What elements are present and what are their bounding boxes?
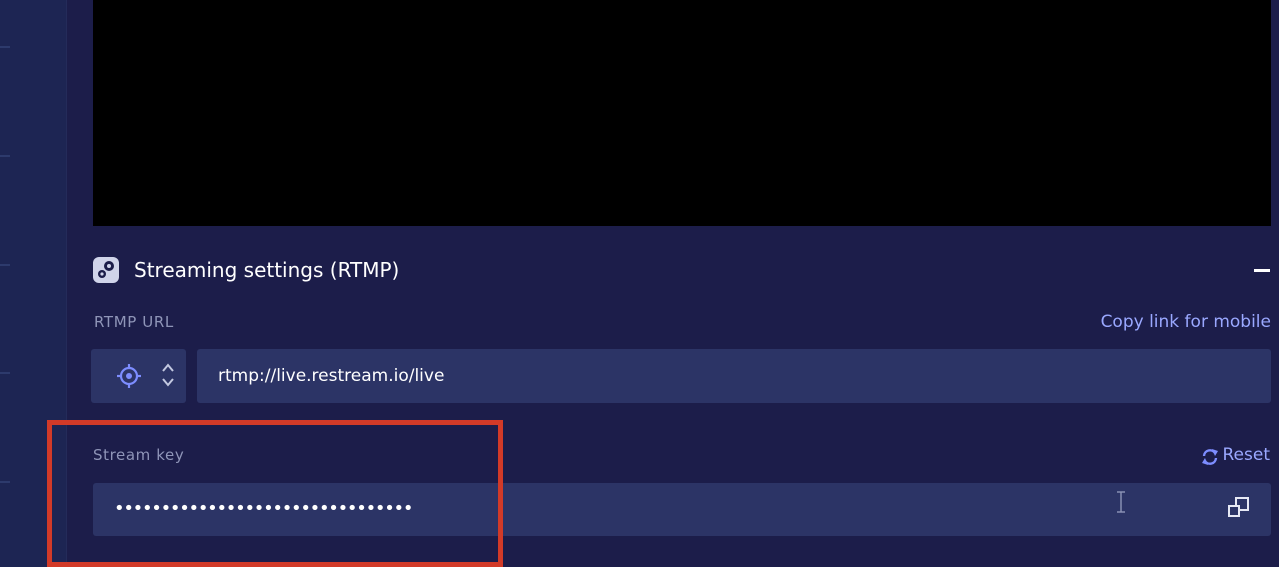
sidebar-divider xyxy=(0,155,10,157)
updown-chevron-icon xyxy=(162,363,174,387)
server-selector[interactable] xyxy=(91,349,186,403)
sidebar-divider xyxy=(0,46,10,48)
sidebar-divider xyxy=(0,264,10,266)
text-cursor-icon xyxy=(1117,491,1125,513)
copy-link-for-mobile-link[interactable]: Copy link for mobile xyxy=(1101,312,1271,332)
gears-icon xyxy=(93,257,119,283)
streaming-settings-header[interactable]: Streaming settings (RTMP) xyxy=(93,256,1273,284)
stream-key-highlight-annotation-edge xyxy=(47,562,503,567)
video-preview xyxy=(93,0,1271,226)
rtmp-url-field[interactable]: rtmp://live.restream.io/live xyxy=(197,349,1271,403)
rtmp-url-label: RTMP URL xyxy=(94,313,174,331)
copy-icon[interactable] xyxy=(1227,496,1251,520)
restream-settings-page: Streaming settings (RTMP) RTMP URL Copy … xyxy=(0,0,1279,567)
sidebar-divider xyxy=(0,372,10,374)
reset-label: Reset xyxy=(1222,445,1271,465)
collapse-button[interactable] xyxy=(1251,260,1273,280)
stream-key-highlight-annotation xyxy=(47,420,503,567)
reset-button[interactable]: Reset xyxy=(1201,445,1271,465)
minus-icon xyxy=(1254,269,1270,272)
section-title: Streaming settings (RTMP) xyxy=(134,258,400,282)
target-icon xyxy=(117,364,141,388)
sidebar-divider xyxy=(0,481,10,483)
refresh-icon xyxy=(1201,449,1218,465)
